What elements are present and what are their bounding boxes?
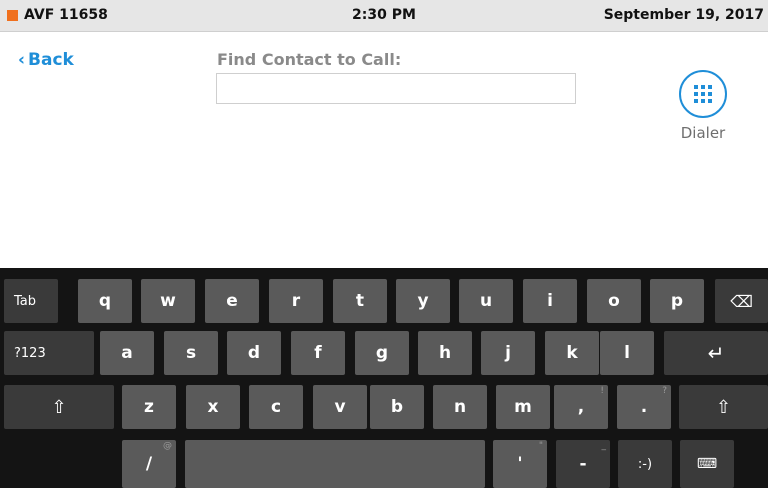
key-w[interactable]: w xyxy=(141,279,195,323)
key-p[interactable]: p xyxy=(650,279,704,323)
key-dash-alt: _ xyxy=(601,441,607,451)
key-n[interactable]: n xyxy=(433,385,487,429)
key-apostrophe-label: ' xyxy=(517,454,523,474)
key-comma-label: , xyxy=(577,397,585,417)
key-tab[interactable]: Tab xyxy=(4,279,58,323)
key-slash-label: / xyxy=(145,454,153,474)
key-d[interactable]: d xyxy=(227,331,281,375)
hide-keyboard-icon[interactable]: ⌨ xyxy=(680,440,734,488)
onscreen-keyboard: Tab q w e r t y u i o p ⌫ ?123 a s d f g… xyxy=(0,268,768,488)
dialer-button[interactable] xyxy=(679,70,727,118)
key-smiley[interactable]: :-) xyxy=(618,440,672,488)
key-s[interactable]: s xyxy=(164,331,218,375)
key-dash-label: - xyxy=(579,454,587,474)
key-z[interactable]: z xyxy=(122,385,176,429)
key-apostrophe-alt: " xyxy=(538,441,543,451)
key-shift-right[interactable]: ⇧ xyxy=(679,385,768,429)
key-slash-alt: @ xyxy=(163,441,172,451)
key-m[interactable]: m xyxy=(496,385,550,429)
key-h[interactable]: h xyxy=(418,331,472,375)
key-comma-alt: ! xyxy=(600,386,604,396)
key-o[interactable]: o xyxy=(587,279,641,323)
key-enter[interactable]: ↵ xyxy=(664,331,768,375)
key-q[interactable]: q xyxy=(78,279,132,323)
contact-search-input[interactable] xyxy=(216,73,576,104)
dialer-label: Dialer xyxy=(680,124,726,142)
key-comma[interactable]: , ! xyxy=(554,385,608,429)
chevron-left-icon: ‹ xyxy=(18,50,26,70)
key-v[interactable]: v xyxy=(313,385,367,429)
key-l[interactable]: l xyxy=(600,331,654,375)
back-label: Back xyxy=(28,50,74,70)
keypad-grid-icon xyxy=(694,85,712,103)
status-bar: AVF 11658 2:30 PM September 19, 2017 xyxy=(0,0,768,32)
key-period-label: . xyxy=(640,397,648,417)
key-y[interactable]: y xyxy=(396,279,450,323)
key-slash[interactable]: / @ xyxy=(122,440,176,488)
key-c[interactable]: c xyxy=(249,385,303,429)
key-a[interactable]: a xyxy=(100,331,154,375)
key-symbols[interactable]: ?123 xyxy=(4,331,94,375)
key-shift-left[interactable]: ⇧ xyxy=(4,385,114,429)
key-backspace[interactable]: ⌫ xyxy=(715,279,768,323)
key-space[interactable] xyxy=(185,440,485,488)
key-x[interactable]: x xyxy=(186,385,240,429)
key-u[interactable]: u xyxy=(459,279,513,323)
key-apostrophe[interactable]: ' " xyxy=(493,440,547,488)
key-f[interactable]: f xyxy=(291,331,345,375)
back-button[interactable]: ‹ Back xyxy=(18,50,74,70)
key-j[interactable]: j xyxy=(481,331,535,375)
find-contact-label: Find Contact to Call: xyxy=(217,50,402,69)
key-t[interactable]: t xyxy=(333,279,387,323)
key-b[interactable]: b xyxy=(370,385,424,429)
key-i[interactable]: i xyxy=(523,279,577,323)
key-k[interactable]: k xyxy=(545,331,599,375)
key-r[interactable]: r xyxy=(269,279,323,323)
key-period[interactable]: . ? xyxy=(617,385,671,429)
key-e[interactable]: e xyxy=(205,279,259,323)
key-period-alt: ? xyxy=(662,386,667,396)
date: September 19, 2017 xyxy=(603,7,764,23)
key-g[interactable]: g xyxy=(355,331,409,375)
key-dash[interactable]: - _ xyxy=(556,440,610,488)
